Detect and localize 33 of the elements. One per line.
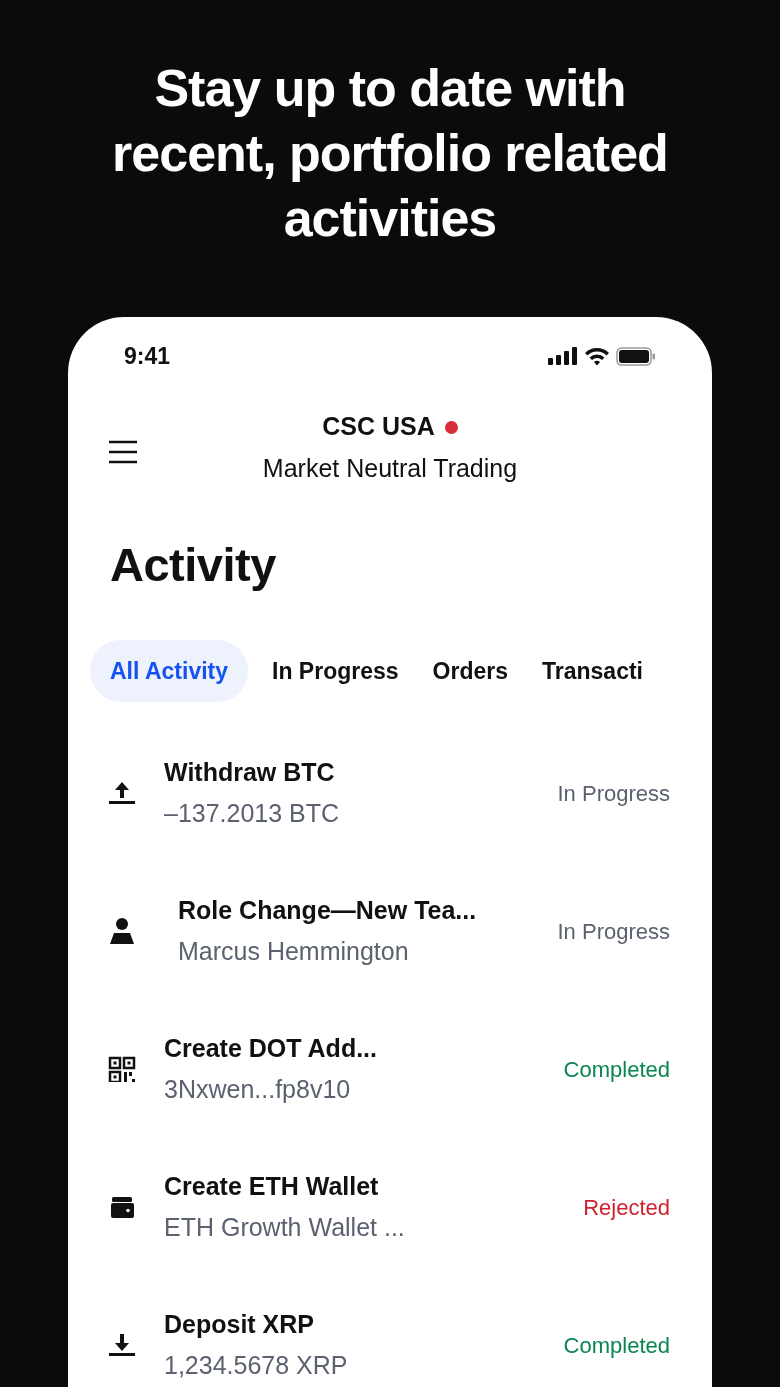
download-icon [108, 1332, 136, 1358]
headline: Stay up to date with recent, portfolio related activities [111, 58, 669, 249]
filter-tab[interactable]: Orders [422, 640, 518, 702]
account-title: CSC USA [322, 411, 435, 443]
activity-title: Create DOT Add... [164, 1032, 378, 1064]
activity-detail: Marcus Hemmington [178, 936, 410, 967]
menu-icon[interactable] [109, 440, 137, 464]
activity-title: Role Change—New Tea... [178, 894, 478, 926]
activity-status: Rejected [583, 1193, 670, 1222]
activity-title: Create ETH Wallet [164, 1170, 380, 1202]
activity-detail: –137.2013 BTC [164, 798, 341, 829]
activity-title: Withdraw BTC [164, 756, 336, 788]
filter-tab[interactable]: In Progress [262, 640, 409, 702]
activity-detail: ETH Growth Wallet ... [164, 1212, 406, 1243]
page-title: Activity [110, 536, 277, 593]
activity-status: Completed [563, 1331, 670, 1360]
account-subtitle: Market Neutral Trading [262, 453, 518, 484]
activity-detail: 3Nxwen...fp8v10 [164, 1074, 352, 1105]
wifi-icon [584, 346, 610, 366]
wallet-icon [108, 1194, 136, 1220]
person-icon [108, 918, 136, 944]
filter-tab[interactable]: Transacti [532, 640, 653, 702]
activity-title: Deposit XRP [164, 1308, 316, 1340]
activity-detail: 1,234.5678 XRP [164, 1350, 349, 1381]
battery-icon [616, 346, 656, 366]
qr-code-icon [108, 1056, 136, 1082]
signal-icon [548, 347, 578, 365]
status-time: 9:41 [124, 341, 171, 371]
filter-tab[interactable]: All Activity [90, 640, 248, 702]
upload-icon [108, 780, 136, 806]
activity-status: In Progress [557, 779, 670, 808]
activity-status: Completed [563, 1055, 670, 1084]
activity-status: In Progress [557, 917, 670, 946]
